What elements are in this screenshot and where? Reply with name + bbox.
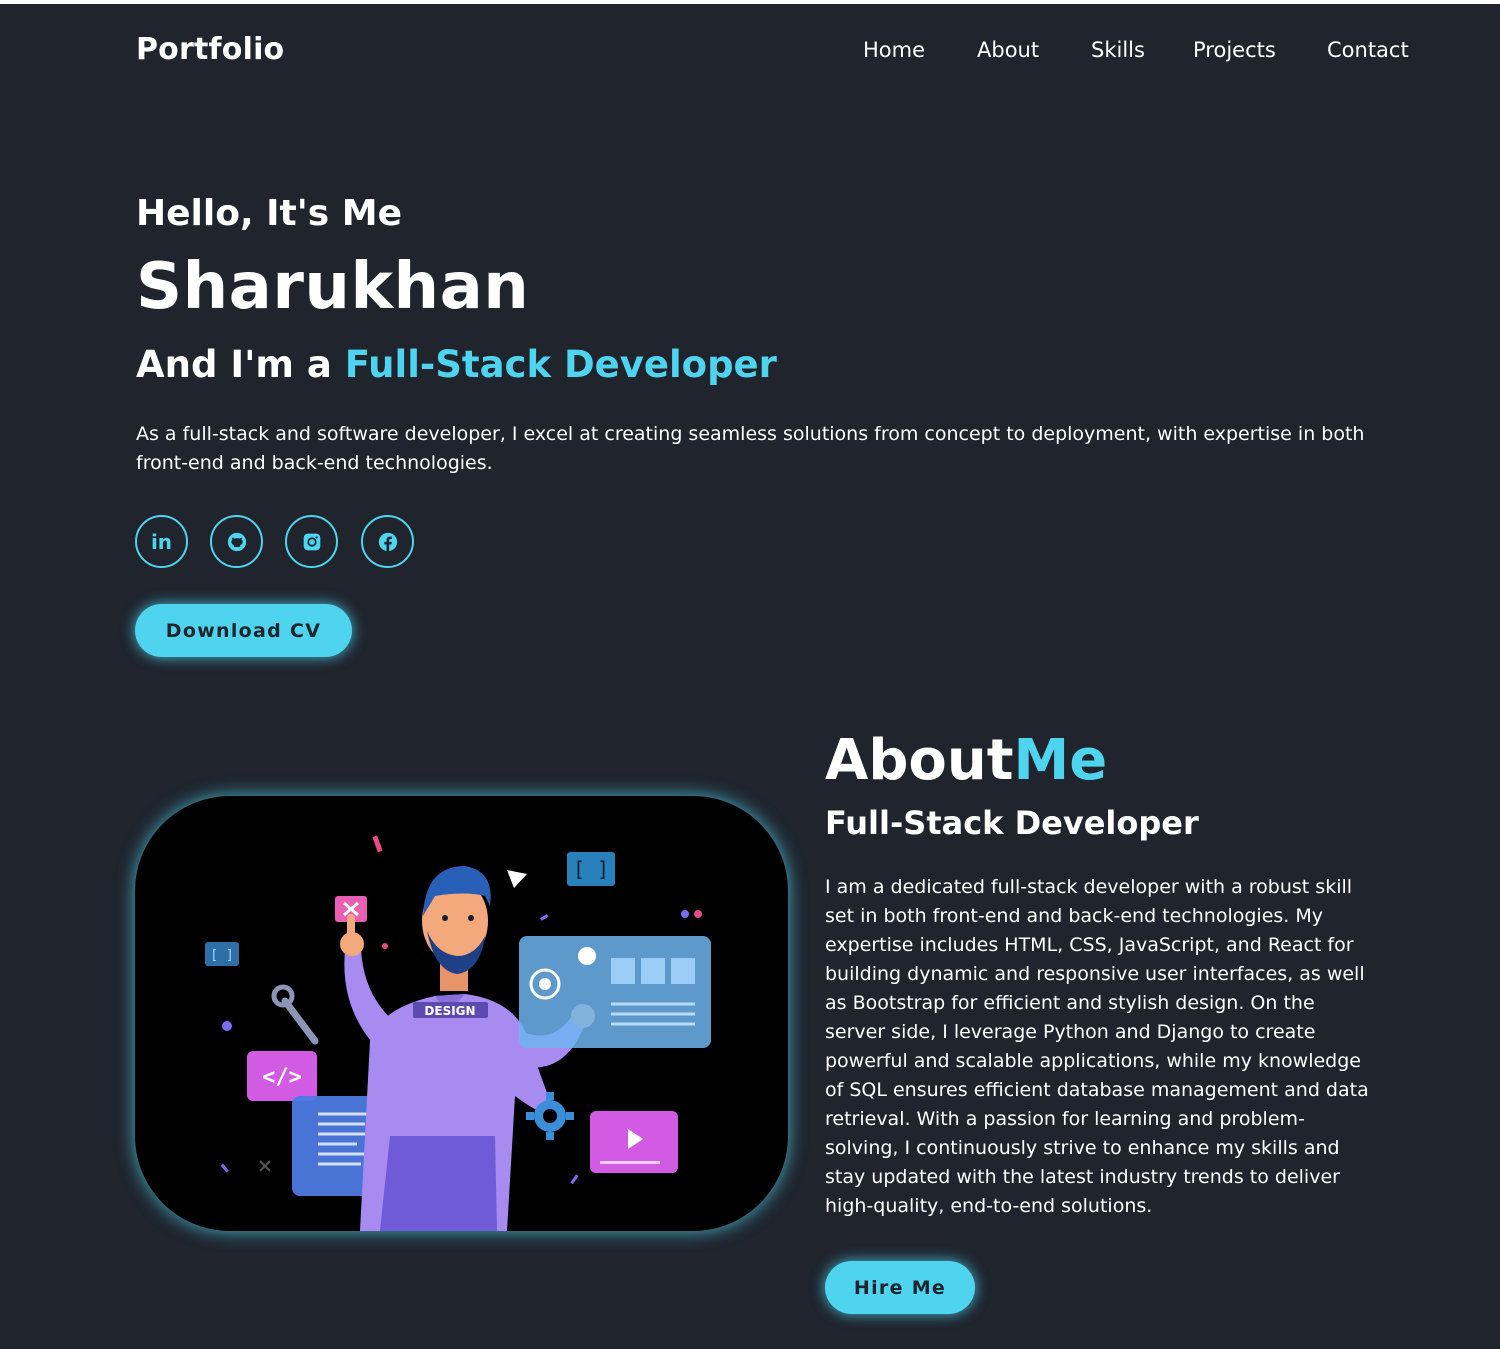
about-description: I am a dedicated full-stack developer wi…	[825, 876, 1369, 1217]
svg-text:[ ]: [ ]	[210, 948, 233, 963]
hero-description: As a full-stack and software developer, …	[136, 423, 1365, 474]
svg-text:DESIGN: DESIGN	[424, 1004, 475, 1018]
hero-role-prefix: And I'm a	[136, 343, 345, 386]
facebook-icon	[378, 532, 397, 551]
nav-projects[interactable]: Projects	[1193, 38, 1276, 62]
about-title: AboutMe	[825, 728, 1107, 793]
nav-skills[interactable]: Skills	[1091, 38, 1145, 62]
nav-about[interactable]: About	[977, 38, 1039, 62]
nav-home[interactable]: Home	[863, 38, 925, 62]
github-link[interactable]	[210, 515, 263, 568]
instagram-link[interactable]	[285, 515, 338, 568]
svg-text:[ ]: [ ]	[573, 857, 609, 881]
about-title-highlight: Me	[1013, 728, 1108, 793]
hero-name: Sharukhan	[136, 250, 530, 324]
github-icon	[227, 532, 246, 551]
top-border	[0, 0, 1500, 4]
download-cv-button[interactable]: Download CV	[135, 604, 352, 657]
hero-greeting: Hello, It's Me	[136, 193, 402, 234]
facebook-link[interactable]	[361, 515, 414, 568]
svg-text:</>: </>	[262, 1065, 302, 1090]
nav-contact[interactable]: Contact	[1327, 38, 1409, 62]
hero-role-highlight: Full-Stack Developer	[344, 343, 777, 386]
hero-role: And I'm a Full-Stack Developer	[136, 343, 777, 386]
about-title-main: About	[825, 728, 1014, 793]
main-nav: Home About Skills Projects Contact	[0, 38, 1500, 68]
developer-illustration: [ ] [ ] </> DESIGN	[205, 835, 711, 1231]
instagram-icon	[303, 533, 320, 550]
linkedin-icon: in	[150, 529, 173, 554]
portfolio-page: Portfolio Home About Skills Projects Con…	[0, 0, 1500, 1349]
about-subtitle: Full-Stack Developer	[825, 804, 1199, 842]
hire-me-button[interactable]: Hire Me	[825, 1261, 975, 1314]
about-illustration: [ ] [ ] </> DESIGN	[135, 796, 788, 1231]
linkedin-link[interactable]: in	[135, 515, 188, 568]
